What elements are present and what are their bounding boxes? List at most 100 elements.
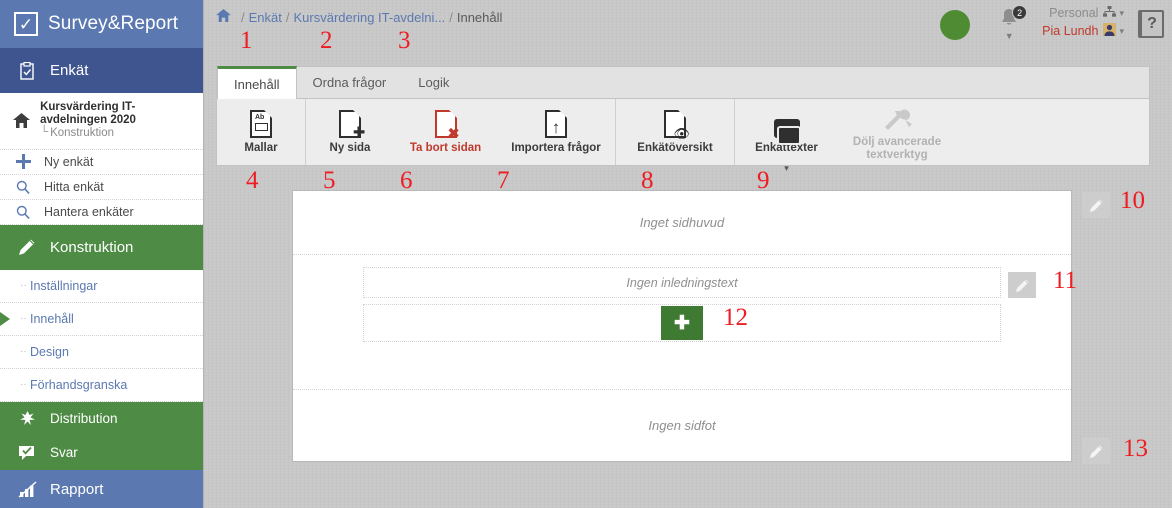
sidebar-section-svar[interactable]: Svar [0, 435, 203, 470]
sidebar-subitem-label: Innehåll [30, 311, 74, 326]
page-body-area: Ingen inledningstext ✚ [293, 255, 1071, 342]
comment-check-icon [16, 442, 38, 464]
sidebar-item-forhandsgranska[interactable]: ·· Förhandsgranska [0, 368, 203, 402]
notifications-button[interactable]: 2 ▼ [992, 5, 1028, 41]
chevron-down-icon: ▾ [1119, 7, 1124, 18]
breadcrumb-item-survey[interactable]: Kursvärdering IT-avdelni... [294, 10, 446, 25]
toolbar-button-ta-bort-sidan[interactable]: ✖ Ta bort sidan [394, 99, 497, 165]
sidebar-item-hantera-enkater[interactable]: Hantera enkäter [0, 199, 203, 225]
toolbar-button-importera-fragor[interactable]: ↑ Importera frågor [497, 99, 615, 165]
org-selector[interactable]: Personal ▾ [1049, 6, 1124, 20]
page-footer-placeholder: Ingen sidfot [648, 418, 716, 433]
template-document-icon: Ab [250, 108, 272, 139]
toolbar: Ab Mallar ✚ Ny sida ✖ Ta bort sidan ↑ Im… [216, 98, 1150, 173]
clipboard-check-icon [16, 60, 38, 82]
sidebar: ✓ Survey&Report Enkät Kursvärdering IT-a… [0, 0, 204, 508]
sidebar-section-enkat[interactable]: Enkät [0, 48, 203, 93]
chevron-down-icon[interactable]: ▾ [784, 163, 789, 174]
brand-header[interactable]: ✓ Survey&Report [0, 0, 203, 48]
sidebar-item-installningar[interactable]: ·· Inställningar [0, 269, 203, 303]
chevron-down-icon[interactable]: ▼ [992, 31, 1026, 41]
edit-page-footer-button[interactable] [1082, 438, 1110, 464]
toolbar-button-label: Ta bort sidan [409, 142, 482, 155]
survey-subsection: Konstruktion [40, 126, 197, 140]
sidebar-section-label: Rapport [50, 481, 104, 499]
document-delete-icon: ✖ [434, 108, 460, 140]
edit-intro-text-button[interactable] [1008, 272, 1036, 298]
add-question-row: ✚ [363, 304, 1001, 342]
sidebar-subitem-label: Förhandsgranska [30, 377, 128, 392]
toolbar-group-templates: Ab Mallar [217, 99, 306, 165]
toolbar-button-mallar[interactable]: Ab Mallar [217, 99, 305, 165]
toolbar-button-label: Enkätöversikt [637, 142, 713, 155]
sidebar-section-label: Enkät [50, 62, 89, 79]
sidebar-section-konstruktion[interactable]: Konstruktion [0, 224, 203, 270]
sidebar-current-survey[interactable]: Kursvärdering IT-avdelningen 2020 Konstr… [0, 93, 203, 150]
sidebar-item-label: Hantera enkäter [44, 204, 134, 219]
toolbar-group-overview: 👁 Enkätöversikt [616, 99, 735, 165]
app-window: ✓ Survey&Report Enkät Kursvärdering IT-a… [0, 0, 1172, 508]
org-label: Personal [1049, 6, 1099, 20]
user-selector[interactable]: Pia Lundh ▾ [1042, 23, 1124, 39]
toolbar-button-label: Dölj avancerade textverktyg [852, 135, 942, 161]
page-header-area[interactable]: Inget sidhuvud [293, 191, 1071, 255]
breadcrumb-separator: / [241, 9, 245, 25]
page-footer-area[interactable]: Ingen sidfot [293, 389, 1071, 461]
home-icon [12, 113, 30, 129]
intro-text-placeholder: Ingen inledningstext [626, 275, 738, 290]
chevron-down-icon: ▾ [1119, 25, 1124, 36]
toolbar-button-enkatoversikt[interactable]: 👁 Enkätöversikt [616, 99, 734, 165]
breadcrumb-item-enkat[interactable]: Enkät [249, 10, 282, 25]
topbar-right: 2 ▼ Personal ▾ Pia Lundh ▾ ? [940, 0, 1172, 54]
toolbar-button-label: Importera frågor [511, 142, 601, 155]
sidebar-item-hitta-enkat[interactable]: Hitta enkät [0, 174, 203, 200]
toolbar-button-ny-sida[interactable]: ✚ Ny sida [306, 99, 394, 165]
tools-icon [882, 102, 912, 132]
checkbox-checked-icon: ✓ [14, 12, 38, 36]
pencil-icon [16, 236, 38, 258]
annotation-number-10: 10 [1120, 187, 1145, 214]
edit-page-header-button[interactable] [1082, 192, 1110, 218]
tab-logik[interactable]: Logik [402, 67, 465, 98]
plus-icon [12, 154, 34, 170]
toolbar-group-texts: Enkättexter ▾ Dölj avancerade textverkty… [735, 99, 956, 173]
tab-ordna-fragor[interactable]: Ordna frågor [297, 67, 403, 98]
help-book-icon[interactable]: ? [1138, 10, 1164, 38]
toolbar-button-label: Ny sida [329, 142, 371, 155]
search-icon [12, 180, 34, 194]
search-icon [12, 205, 34, 219]
add-question-button[interactable]: ✚ [661, 306, 703, 340]
intro-text-row[interactable]: Ingen inledningstext [363, 267, 1001, 298]
toolbar-group-pages: ✚ Ny sida ✖ Ta bort sidan ↑ Importera fr… [306, 99, 616, 165]
toolbar-button-enkattexter[interactable]: Enkättexter ▾ [735, 99, 838, 173]
user-menus: Personal ▾ Pia Lundh ▾ [1042, 6, 1124, 42]
document-add-icon: ✚ [339, 108, 365, 139]
toolbar-button-dolj-avancerade-textverktyg[interactable]: Dölj avancerade textverktyg [838, 99, 956, 165]
breadcrumb-item-current: Innehåll [456, 9, 503, 25]
annotation-number-4: 4 [246, 167, 259, 194]
tab-bar: Innehåll Ordna frågor Logik [216, 66, 1150, 99]
user-label: Pia Lundh [1042, 24, 1099, 38]
status-indicator[interactable] [940, 10, 971, 40]
breadcrumb-separator: / [285, 9, 290, 25]
home-icon[interactable] [216, 8, 231, 26]
tree-dots-icon: ·· [20, 313, 27, 325]
sidebar-item-design[interactable]: ·· Design [0, 335, 203, 369]
breadcrumb-separator: / [449, 9, 453, 25]
brand-title: Survey&Report [48, 13, 179, 34]
sidebar-section-rapport[interactable]: Rapport [0, 469, 203, 508]
sidebar-item-innehall[interactable]: ·· Innehåll [0, 302, 203, 336]
tree-dots-icon: ·· [20, 379, 27, 391]
document-preview-icon: 👁 [664, 108, 690, 140]
sidebar-item-label: Ny enkät [44, 154, 94, 169]
survey-page-panel: Inget sidhuvud Ingen inledningstext ✚ In… [292, 190, 1072, 462]
share-icon [16, 408, 38, 430]
sidebar-item-ny-enkat[interactable]: Ny enkät [0, 149, 203, 175]
speech-bubble-icon [773, 108, 801, 146]
sidebar-item-label: Hitta enkät [44, 179, 104, 194]
active-arrow-icon [0, 311, 10, 326]
document-import-icon: ↑ [545, 108, 567, 139]
tab-innehall[interactable]: Innehåll [217, 66, 297, 99]
user-avatar-icon [1103, 23, 1117, 39]
sidebar-section-distribution[interactable]: Distribution [0, 401, 203, 436]
